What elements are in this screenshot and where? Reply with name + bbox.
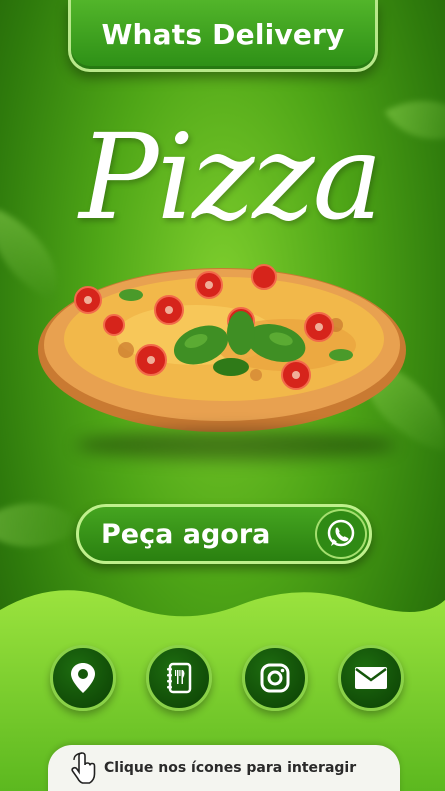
whatsapp-icon[interactable] — [315, 509, 367, 559]
location-pin-icon — [71, 663, 95, 693]
instagram-icon — [260, 663, 290, 693]
interaction-hint: Clique nos ícones para interagir — [48, 745, 400, 791]
order-now-label: Peça agora — [101, 518, 271, 550]
instagram-button[interactable] — [242, 645, 308, 711]
header-title: Whats Delivery — [101, 18, 345, 51]
hero-title: Pizza — [79, 108, 383, 246]
menu-book-icon — [167, 662, 192, 694]
hand-pointer-icon — [71, 752, 96, 784]
pizza-image — [36, 255, 408, 460]
location-button[interactable] — [50, 645, 116, 711]
decorative-leaf — [0, 472, 84, 578]
header-banner: Whats Delivery — [68, 0, 378, 72]
order-now-button[interactable]: Peça agora — [76, 504, 372, 564]
menu-button[interactable] — [146, 645, 212, 711]
mail-icon — [355, 667, 387, 689]
email-button[interactable] — [338, 645, 404, 711]
hint-text: Clique nos ícones para interagir — [104, 760, 357, 776]
contact-icons-row — [0, 645, 445, 715]
